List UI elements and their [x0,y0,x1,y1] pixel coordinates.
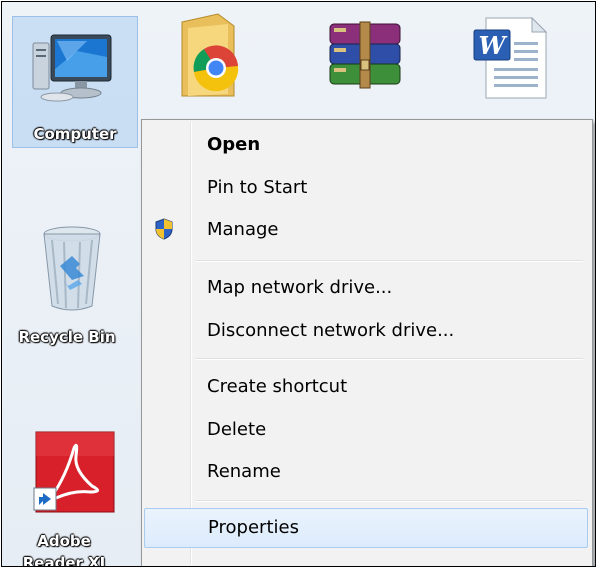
adobe-reader-icon [33,431,115,513]
uac-shield-icon [155,218,173,240]
menu-item-manage-label: Manage [207,219,279,240]
recycle-bin-desktop-icon[interactable]: Recycle Bin [2,224,128,354]
menu-item-open-label: Open [207,134,261,155]
desktop: Computer W Recycle Bin Adobe Reader XI O… [1,1,596,567]
menu-item-create-shortcut[interactable]: Create shortcut [144,367,588,407]
menu-item-properties[interactable]: Properties [144,508,588,548]
svg-text:W: W [479,31,508,60]
menu-item-map-network-drive[interactable]: Map network drive... [144,268,588,308]
menu-item-disconnect-network-drive-label: Disconnect network drive... [207,320,455,341]
menu-item-disconnect-network-drive[interactable]: Disconnect network drive... [144,311,588,351]
menu-item-map-network-drive-label: Map network drive... [207,277,393,298]
computer-desktop-icon[interactable]: Computer [12,16,138,148]
menu-separator [195,358,583,360]
menu-item-delete[interactable]: Delete [144,410,588,450]
adobe-reader-desktop-icon[interactable]: Adobe Reader XI [2,422,128,567]
menu-item-delete-label: Delete [207,419,267,440]
menu-item-properties-label: Properties [208,517,299,538]
chrome-folder-icon[interactable] [170,12,250,104]
word-document-icon[interactable]: W [466,12,552,104]
recycle-bin-icon [43,226,101,311]
menu-item-create-shortcut-label: Create shortcut [207,376,348,397]
icon-label-adobe-reader: Adobe Reader XI [22,532,106,567]
menu-separator [195,500,583,502]
icon-label-recycle-bin: Recycle Bin [18,328,116,346]
menu-separator [195,260,583,262]
menu-item-open[interactable]: Open [144,125,588,165]
winrar-icon[interactable] [320,20,410,100]
menu-item-manage[interactable]: Manage [144,210,588,250]
icon-label-computer: Computer [33,125,117,143]
menu-item-pin-to-start[interactable]: Pin to Start [144,168,588,208]
menu-item-rename[interactable]: Rename [144,452,588,492]
computer-icon [32,34,112,102]
context-menu: Open Pin to Start Manage Map network dri… [141,119,593,566]
menu-item-pin-to-start-label: Pin to Start [207,177,308,198]
menu-item-rename-label: Rename [207,461,281,482]
